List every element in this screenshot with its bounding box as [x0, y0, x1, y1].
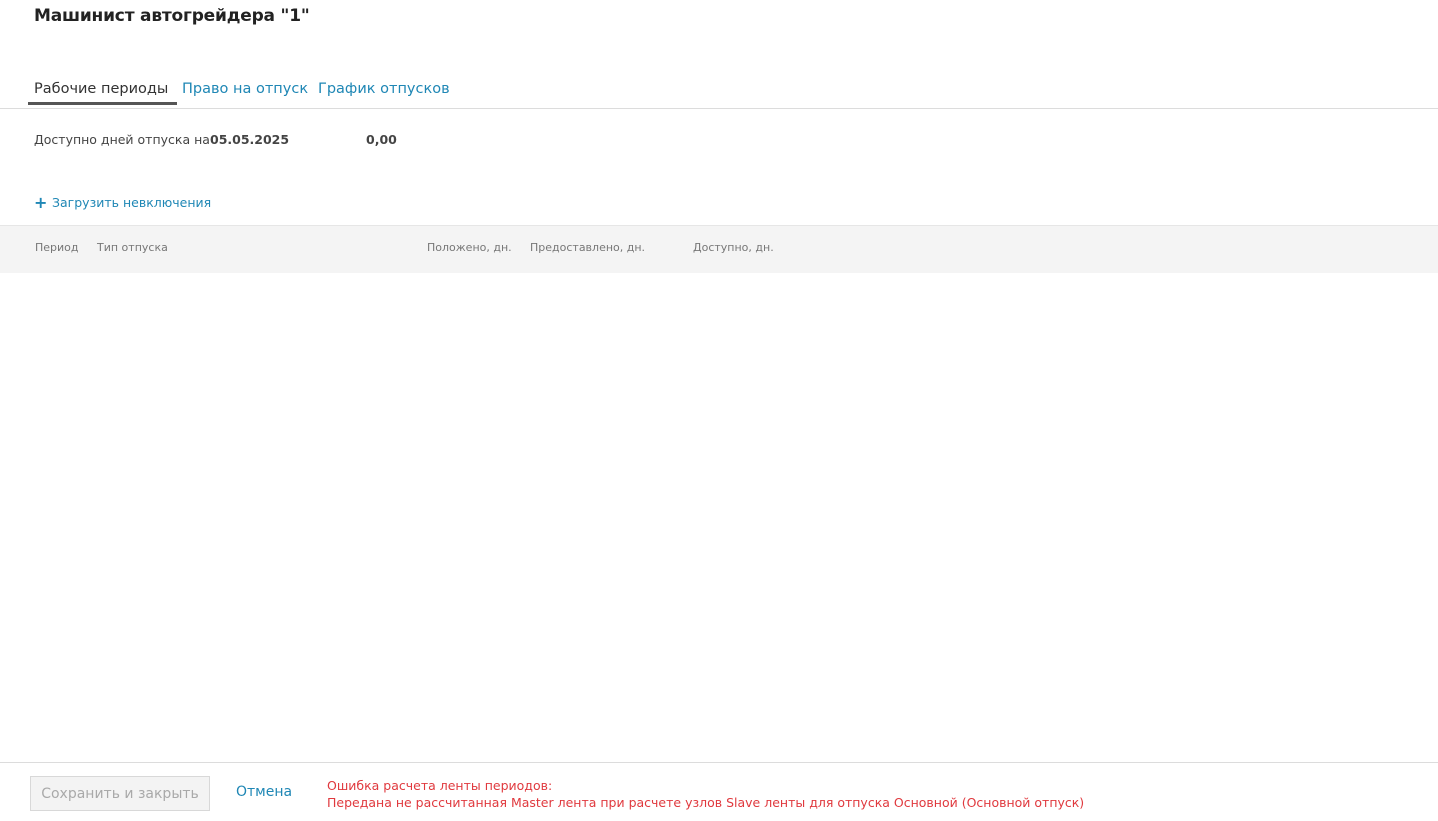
- save-and-close-button[interactable]: Сохранить и закрыть: [30, 776, 210, 811]
- column-header-period[interactable]: Период: [35, 241, 79, 254]
- load-exclusions-link[interactable]: + Загрузить невключения: [34, 192, 212, 212]
- column-header-granted-days[interactable]: Предоставлено, дн.: [530, 241, 645, 254]
- active-tab-indicator: [28, 102, 177, 105]
- plus-icon: +: [34, 192, 48, 212]
- table-header: Период Тип отпуска Положено, дн. Предост…: [0, 225, 1438, 273]
- available-days-label: Доступно дней отпуска на: [34, 132, 210, 147]
- page-title: Машинист автогрейдера "1": [34, 6, 310, 26]
- cancel-button[interactable]: Отмена: [236, 784, 292, 800]
- available-days-date: 05.05.2025: [210, 132, 290, 147]
- column-header-available-days[interactable]: Доступно, дн.: [693, 241, 774, 254]
- tab-bar: Рабочие периоды Право на отпуск График о…: [0, 78, 1438, 109]
- column-header-entitled-days[interactable]: Положено, дн.: [427, 241, 512, 254]
- error-message: Ошибка расчета ленты периодов: Передана …: [327, 777, 1084, 811]
- error-title: Ошибка расчета ленты периодов:: [327, 778, 553, 793]
- tab-vacation-entitlement[interactable]: Право на отпуск: [182, 81, 308, 97]
- available-days-value: 0,00: [366, 132, 397, 147]
- error-details: Передана не рассчитанная Master лента пр…: [327, 795, 1085, 810]
- load-exclusions-label: Загрузить невключения: [52, 195, 212, 210]
- vacation-dialog: Машинист автогрейдера "1" Рабочие период…: [0, 0, 1438, 821]
- tab-work-periods[interactable]: Рабочие периоды: [34, 81, 168, 97]
- column-header-vacation-type[interactable]: Тип отпуска: [97, 241, 168, 254]
- dialog-footer: Сохранить и закрыть Отмена Ошибка расчет…: [0, 762, 1438, 821]
- tab-vacation-schedule[interactable]: График отпусков: [318, 81, 450, 97]
